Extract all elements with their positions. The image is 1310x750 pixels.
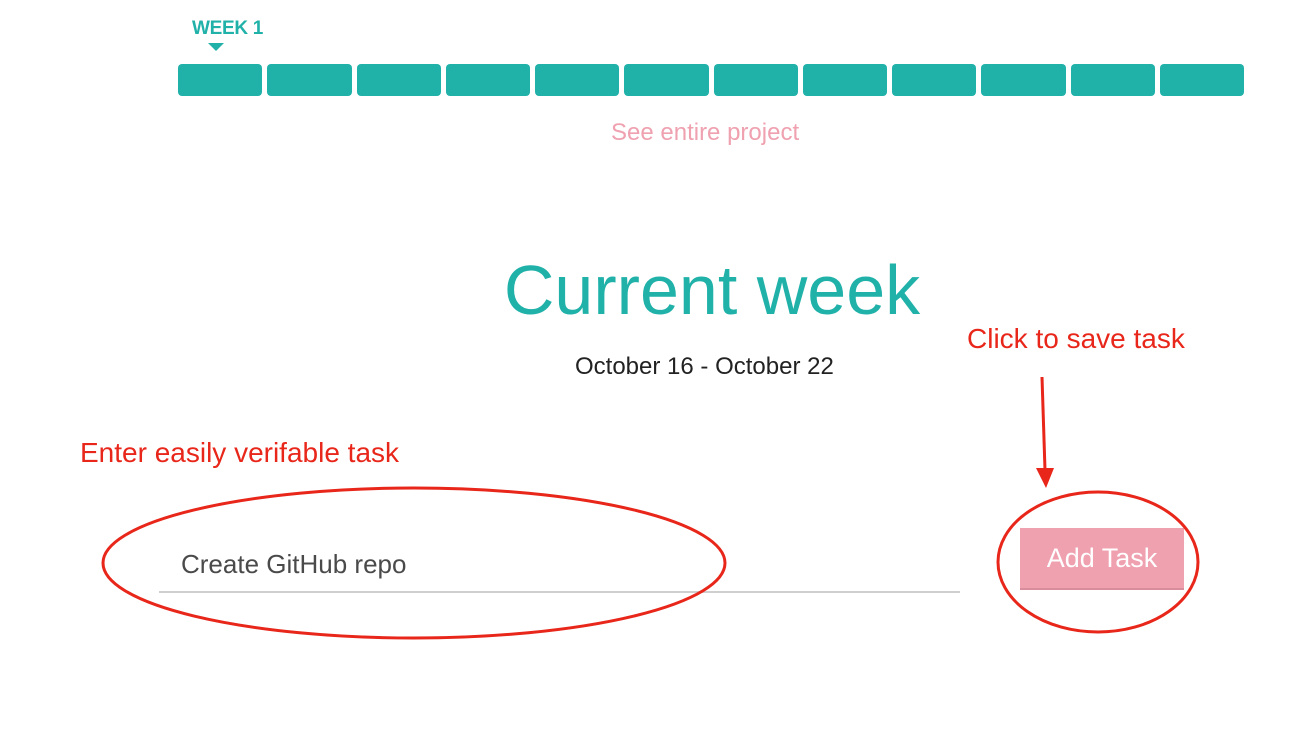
timeline-week-segment[interactable] [981, 64, 1066, 96]
timeline-week-segment[interactable] [1070, 64, 1155, 96]
project-timeline [178, 64, 1244, 96]
annotation-button-hint: Click to save task [967, 323, 1185, 354]
task-input[interactable] [159, 537, 960, 593]
timeline-week-segment[interactable] [802, 64, 887, 96]
timeline-week-segment[interactable] [892, 64, 977, 96]
see-entire-project-link[interactable]: See entire project [611, 119, 799, 147]
annotation-input-hint: Enter easily verifable task [80, 437, 400, 468]
timeline-week-segment[interactable] [178, 64, 263, 96]
annotation-arrow-line [1040, 376, 1047, 471]
timeline-week-segment[interactable] [1159, 64, 1244, 96]
annotation-arrow-head-icon [1036, 468, 1054, 488]
timeline-week-segment[interactable] [267, 64, 352, 96]
timeline-week-segment[interactable] [356, 64, 441, 96]
timeline-week-segment[interactable] [713, 64, 798, 96]
timeline-week-segment[interactable] [535, 64, 620, 96]
current-week-marker-icon [208, 43, 224, 51]
add-task-button[interactable]: Add Task [1020, 528, 1184, 590]
timeline-week-segment[interactable] [445, 64, 530, 96]
page-title: Current week [503, 251, 921, 329]
week-date-range: October 16 - October 22 [575, 353, 834, 380]
current-week-label: WEEK 1 [192, 18, 264, 39]
timeline-week-segment[interactable] [624, 64, 709, 96]
